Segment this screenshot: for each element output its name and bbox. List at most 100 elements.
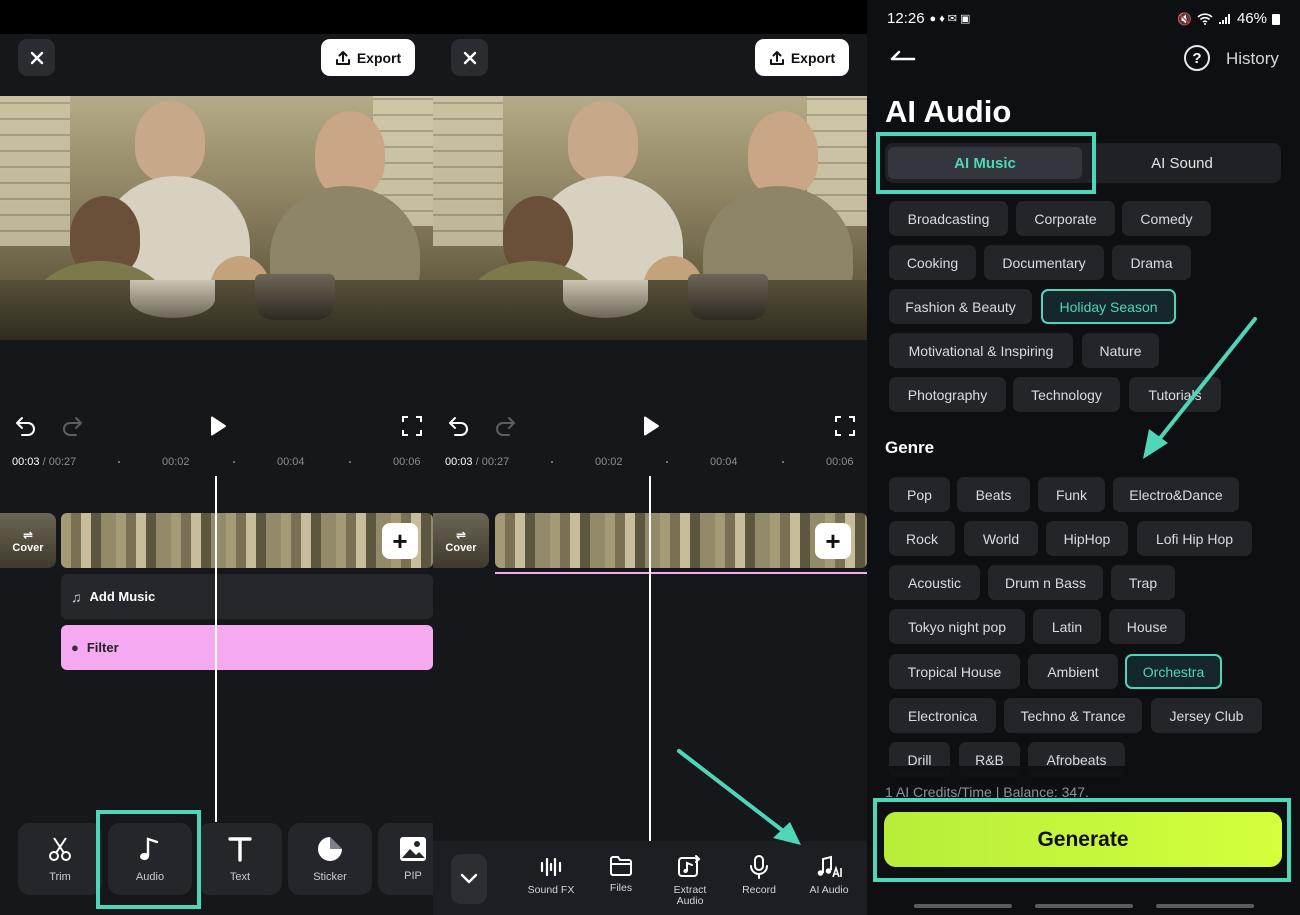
mute-icon: 🔇 (1177, 11, 1192, 26)
play-button[interactable] (636, 412, 664, 440)
cover-button[interactable]: ⇌ Cover (0, 513, 56, 568)
export-button[interactable]: Export (321, 39, 415, 76)
genre-chip[interactable]: Tropical House (889, 654, 1020, 689)
genre-chip[interactable]: Electronica (889, 698, 996, 733)
genre-chip[interactable]: Lofi Hip Hop (1137, 521, 1252, 556)
fullscreen-icon (835, 416, 855, 436)
genre-chip[interactable]: Techno & Trance (1004, 698, 1142, 733)
sticker-icon (318, 837, 342, 861)
filter-track[interactable]: ● Filter (61, 625, 433, 670)
help-button[interactable]: ? (1184, 45, 1210, 71)
theme-chip[interactable]: Drama (1112, 245, 1191, 280)
ai-audio-tool[interactable]: AI Audio (799, 855, 859, 896)
genre-chip[interactable]: House (1109, 609, 1185, 644)
notification-icons: ●♦✉▣ (929, 13, 974, 25)
redo-button[interactable] (58, 412, 86, 440)
theme-chip[interactable]: Nature (1082, 333, 1159, 368)
theme-chip[interactable]: Broadcasting (889, 201, 1008, 236)
filter-line (495, 572, 867, 574)
filter-icon: ● (71, 640, 79, 655)
back-button[interactable] (889, 44, 917, 69)
export-button[interactable]: Export (755, 39, 849, 76)
status-bar-area (0, 0, 433, 34)
export-label: Export (356, 49, 402, 66)
fullscreen-icon (402, 416, 422, 436)
genre-chip[interactable]: Electro&Dance (1113, 477, 1239, 512)
generate-highlight (873, 798, 1291, 882)
genre-chip[interactable]: Drum n Bass (988, 565, 1103, 600)
genre-chip[interactable]: Beats (957, 477, 1030, 512)
sound-fx-tool[interactable]: Sound FX (521, 855, 581, 896)
text-tool[interactable]: Text (198, 823, 282, 895)
close-icon (30, 51, 43, 64)
history-link[interactable]: History (1226, 49, 1279, 69)
sticker-tool[interactable]: Sticker (288, 823, 372, 895)
genre-chip[interactable]: World (964, 521, 1038, 556)
theme-chip[interactable]: Tutorials (1129, 377, 1221, 412)
collapse-button[interactable] (451, 854, 487, 904)
redo-button[interactable] (491, 412, 519, 440)
close-button[interactable] (451, 39, 488, 76)
undo-button[interactable] (445, 412, 473, 440)
signal-icon (1218, 13, 1230, 24)
back-arrow-icon (890, 50, 916, 61)
playhead[interactable] (649, 476, 651, 841)
genre-chip[interactable]: Jersey Club (1151, 698, 1262, 733)
playhead[interactable] (215, 476, 217, 822)
plus-icon: + (392, 525, 408, 556)
export-label: Export (790, 49, 836, 66)
theme-chip[interactable]: Fashion & Beauty (889, 289, 1032, 324)
undo-button[interactable] (12, 412, 40, 440)
fullscreen-button[interactable] (831, 412, 859, 440)
video-clip-strip[interactable] (495, 513, 867, 568)
video-clip-strip[interactable] (61, 513, 433, 568)
cover-label: Cover (12, 541, 44, 554)
theme-chip[interactable]: Photography (889, 377, 1006, 412)
swap-icon: ⇌ (22, 527, 34, 542)
record-tool[interactable]: Record (729, 855, 789, 896)
time-mark: 00:04 (277, 456, 305, 468)
theme-chip[interactable]: Cooking (889, 245, 976, 280)
files-tool[interactable]: Files (591, 855, 651, 894)
add-clip-button[interactable]: + (815, 523, 851, 559)
theme-chip[interactable]: Comedy (1122, 201, 1211, 236)
play-button[interactable] (203, 412, 231, 440)
undo-icon (16, 417, 35, 436)
genre-chip-selected[interactable]: Orchestra (1125, 654, 1222, 689)
cover-label: Cover (445, 541, 477, 554)
genre-heading: Genre (885, 438, 935, 457)
theme-chip[interactable]: Documentary (984, 245, 1104, 280)
status-bar-left: 12:26 ●♦✉▣ (887, 10, 973, 27)
extract-audio-tool[interactable]: Extract Audio (660, 855, 720, 907)
audio-highlight (96, 810, 201, 909)
ai-music-icon (817, 855, 842, 878)
genre-chip[interactable]: Trap (1111, 565, 1175, 600)
add-clip-button[interactable]: + (382, 523, 418, 559)
battery-icon (1272, 13, 1280, 25)
genre-chip[interactable]: Ambient (1028, 654, 1118, 689)
nav-bar-segment (914, 904, 1012, 908)
genre-chip[interactable]: Pop (889, 477, 950, 512)
genre-chip[interactable]: Tokyo night pop (889, 609, 1025, 644)
genre-chip[interactable]: HipHop (1046, 521, 1128, 556)
add-music-track[interactable]: ♫ Add Music (61, 574, 433, 619)
theme-chip[interactable]: Corporate (1016, 201, 1115, 236)
theme-chip[interactable]: Technology (1013, 377, 1120, 412)
trim-tool[interactable]: Trim (18, 823, 102, 895)
time-mark: 00:04 (710, 456, 738, 468)
genre-chip[interactable]: Acoustic (889, 565, 980, 600)
upload-icon (769, 50, 784, 65)
plus-icon: + (825, 525, 841, 556)
genre-chip[interactable]: Funk (1038, 477, 1105, 512)
genre-chip[interactable]: Latin (1033, 609, 1101, 644)
genre-chip[interactable]: Rock (889, 521, 955, 556)
close-button[interactable] (18, 39, 55, 76)
tab-ai-sound[interactable]: AI Sound (1086, 147, 1278, 179)
fullscreen-button[interactable] (398, 412, 426, 440)
pip-tool[interactable]: PIP (378, 823, 433, 895)
folder-icon (610, 856, 632, 876)
cover-button[interactable]: ⇌ Cover (433, 513, 489, 568)
play-icon (643, 416, 659, 436)
theme-chip-selected[interactable]: Holiday Season (1041, 289, 1176, 324)
theme-chip[interactable]: Motivational & Inspiring (889, 333, 1073, 368)
